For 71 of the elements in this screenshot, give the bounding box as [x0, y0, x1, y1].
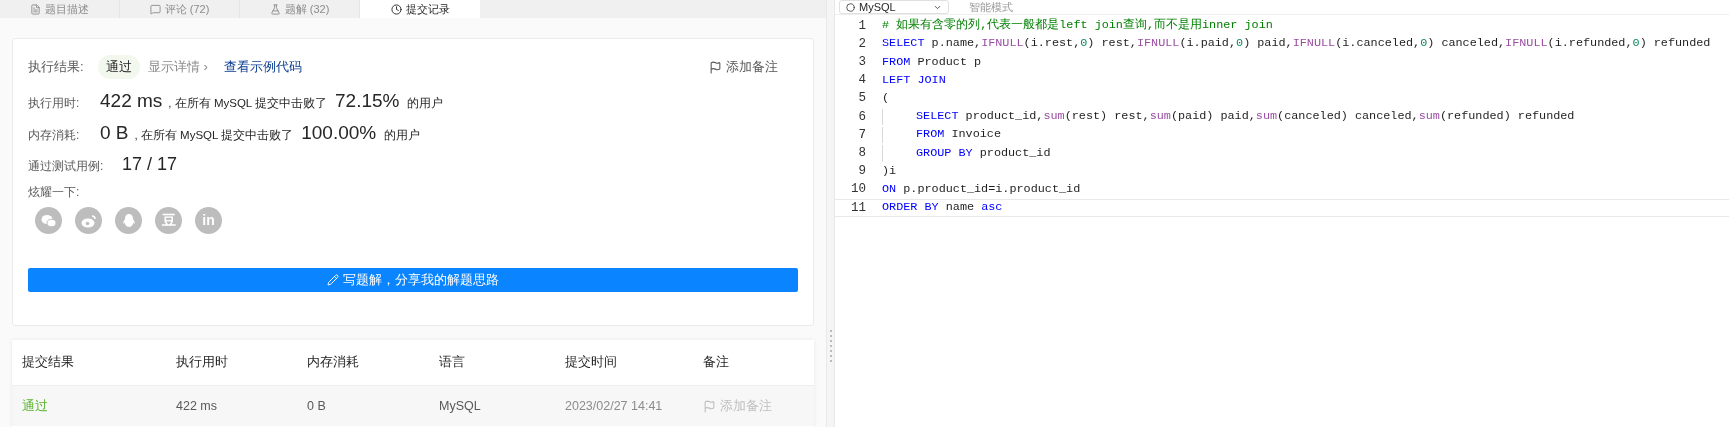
share-label: 炫耀一下:: [28, 184, 81, 201]
stat-suffix: 的用户: [384, 128, 421, 143]
field-label: 内存消耗:: [28, 127, 81, 144]
tab[interactable]: 题目描述: [0, 0, 120, 18]
line-number: 4: [858, 73, 866, 88]
write-solution-button[interactable]: 写题解，分享我的解题思路: [28, 268, 798, 292]
stat-percent: 72.15%: [335, 89, 400, 113]
sample-code-link[interactable]: 查看示例代码: [223, 57, 302, 77]
line-number: 8: [858, 146, 866, 161]
flag-icon: [703, 399, 716, 413]
clock-icon: [390, 3, 402, 15]
flask-icon: [269, 3, 281, 15]
code-line: # 如果有含零的列,代表一般都是left join查询,而不是用inner join: [882, 17, 1273, 35]
code-line: GROUP BY product_id: [916, 144, 1051, 162]
share-icon[interactable]: in: [195, 207, 222, 234]
details-link[interactable]: 显示详情 ›: [148, 57, 208, 77]
flag-icon: [709, 60, 722, 74]
test-count: 17 / 17: [122, 153, 178, 176]
stat-value: 0 B: [100, 121, 129, 145]
line-number: 10: [851, 182, 866, 197]
field-label: 通过测试用例:: [28, 158, 105, 175]
column-header: 提交时间: [565, 355, 617, 370]
stat-value: 422 ms: [100, 89, 163, 113]
line-number: 1: [858, 18, 866, 33]
circle-icon: [846, 2, 855, 12]
stat-suffix: 的用户: [407, 96, 444, 111]
language-select[interactable]: MySQL: [839, 0, 949, 14]
line-number: 2: [858, 36, 866, 51]
code-line: SELECT product_id,sum(rest) rest,sum(paid) paid,sum(canceled) canceled,sum(refunded) refunded: [916, 108, 1575, 126]
field-label: 执行用时:: [28, 95, 81, 112]
field-label: 执行结果:: [28, 58, 85, 77]
status-badge: 通过: [98, 55, 140, 79]
code-line: FROM Product p: [882, 53, 982, 71]
code-line: LEFT JOIN: [882, 71, 946, 89]
penguin-icon[interactable]: [115, 207, 142, 234]
line-number: 7: [858, 127, 866, 142]
document-icon: [30, 3, 41, 15]
column-header: 备注: [703, 355, 729, 370]
stat-percent: 100.00%: [301, 121, 377, 145]
pencil-icon: [327, 274, 339, 286]
code-line: FROM Invoice: [916, 126, 1001, 144]
line-number: 6: [858, 109, 866, 124]
code-line: SELECT p.name,IFNULL(i.rest,0) rest,IFNULL(i.paid,0) paid,IFNULL(i.canceled,0) canceled,IFNULL(i.refunded,0) refunded: [882, 35, 1711, 53]
line-number: 3: [858, 55, 866, 70]
comment-icon: [149, 3, 161, 15]
stat-detail: , 在所有 MySQL 提交中击败了: [134, 128, 294, 143]
stat-detail: , 在所有 MySQL 提交中击败了: [168, 96, 327, 111]
table-cell: MySQL: [439, 398, 481, 413]
line-number: 9: [858, 164, 866, 179]
table-cell: 2023/02/27 14:41: [565, 398, 663, 413]
code-line: ORDER BY name asc: [882, 199, 1003, 217]
tab[interactable]: 评论 (72): [120, 0, 240, 18]
status-link[interactable]: 通过: [22, 398, 48, 413]
column-header: 语言: [439, 355, 465, 370]
column-header: 执行用时: [176, 355, 228, 370]
column-header: 提交结果: [22, 355, 74, 370]
code-line: (: [882, 90, 890, 107]
add-note-button[interactable]: 添加备注: [709, 57, 778, 77]
line-number: 11: [851, 200, 866, 215]
code-line: )i: [882, 162, 897, 180]
code-line: ON p.product_id=i.product_id: [882, 180, 1081, 198]
table-cell: 0 B: [307, 398, 326, 413]
wechat-icon[interactable]: [35, 207, 62, 234]
splitter-handle-icon[interactable]: [829, 330, 832, 362]
table-cell: 422 ms: [176, 398, 217, 413]
column-header: 内存消耗: [307, 355, 359, 370]
share-icon[interactable]: 豆: [155, 207, 182, 234]
weibo-icon[interactable]: [75, 207, 102, 234]
mode-toggle[interactable]: 智能模式: [969, 1, 1013, 13]
line-number: 5: [858, 91, 866, 106]
tab[interactable]: 提交记录: [360, 0, 480, 18]
